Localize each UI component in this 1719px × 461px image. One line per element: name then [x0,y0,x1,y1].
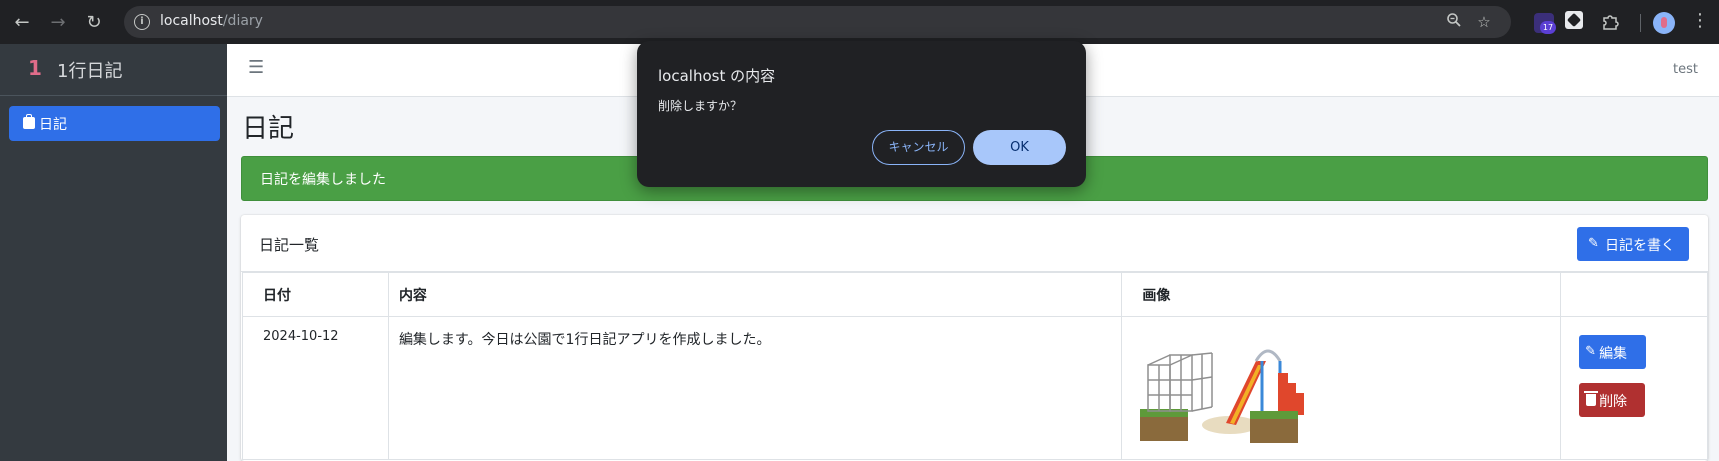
cancel-button[interactable]: キャンセル [872,130,965,165]
bookmark-star-icon[interactable]: ☆ [1474,12,1494,32]
table-header-row: 日付 内容 画像 [242,272,1708,317]
edit-button[interactable]: ✎ 編集 [1579,335,1647,369]
pencil-icon: ✎ [1585,344,1596,359]
sidebar-item-label: 日記 [39,117,67,133]
url-text[interactable]: localhost/diary [160,13,263,29]
browser-menu-icon[interactable]: ⋮ [1690,10,1710,34]
back-arrow-icon[interactable]: ← [8,8,36,36]
address-bar[interactable]: i localhost/diary ☆ [124,6,1511,38]
url-host: localhost [160,13,223,29]
ok-button[interactable]: OK [973,130,1066,165]
brand-name: 1行日記 [57,61,123,82]
edit-button-label: 編集 [1599,346,1628,362]
row-date: 2024-10-12 [242,316,389,460]
write-button-label: 日記を書く [1605,238,1675,254]
extension-badge-count: 17 [1540,21,1556,34]
row-content: 編集します。今日は公園で1行日記アプリを作成しました。 [387,316,1123,460]
delete-button[interactable]: 削除 [1579,383,1646,417]
extension-shield-icon[interactable] [1565,11,1583,29]
trash-icon [1584,391,1599,406]
zoom-icon[interactable] [1444,12,1464,32]
brand-logo: 1 [28,56,42,80]
briefcase-icon [23,114,35,129]
page-title: 日記 [242,114,295,144]
extension-icon[interactable]: 17 [1534,13,1556,34]
column-header-image: 画像 [1121,272,1562,317]
confirm-dialog: localhost の内容 削除しますか？ キャンセル OK [637,41,1086,187]
card-title: 日記一覧 [259,236,320,254]
site-info-icon[interactable]: i [134,14,150,30]
extensions-puzzle-icon[interactable] [1598,10,1622,34]
forward-arrow-icon[interactable]: → [44,8,72,36]
dialog-title: localhost の内容 [658,67,776,85]
sidebar-item-diary[interactable]: 日記 [9,106,220,141]
card-header: 日記一覧 ✎ 日記を書く [241,215,1708,272]
url-path: /diary [222,13,263,29]
table-row: 2024-10-12 編集します。今日は公園で1行日記アプリを作成しました。 ✎… [242,316,1708,460]
reload-icon[interactable]: ↻ [80,8,108,36]
user-name[interactable]: test [1673,62,1698,77]
dialog-message: 削除しますか？ [658,99,743,113]
delete-button-label: 削除 [1599,394,1628,410]
column-header-content: 内容 [387,272,1123,317]
sidebar: 1 1行日記 日記 [0,44,227,461]
hamburger-menu-icon[interactable]: ☰ [248,58,268,78]
diary-table: 日付 内容 画像 2024-10-12 編集します。今日は公園で1行日記アプリを… [242,272,1708,460]
playground-illustration-image [1140,349,1305,443]
toolbar-divider [1640,14,1641,32]
profile-avatar[interactable] [1653,12,1675,34]
row-actions-cell: ✎ 編集 削除 [1560,316,1708,460]
row-image-cell [1121,316,1562,460]
brand[interactable]: 1 1行日記 [0,44,227,96]
pencil-icon: ✎ [1588,236,1599,251]
column-header-date: 日付 [242,272,389,317]
alert-message: 日記を編集しました [260,172,386,188]
browser-toolbar: ← → ↻ i localhost/diary ☆ 17 ⋮ [0,0,1719,44]
write-diary-button[interactable]: ✎ 日記を書く [1577,227,1689,261]
diary-list-card: 日記一覧 ✎ 日記を書く 日付 内容 画像 2024-10-12 編集します。今… [241,215,1708,461]
column-header-actions [1560,272,1708,317]
